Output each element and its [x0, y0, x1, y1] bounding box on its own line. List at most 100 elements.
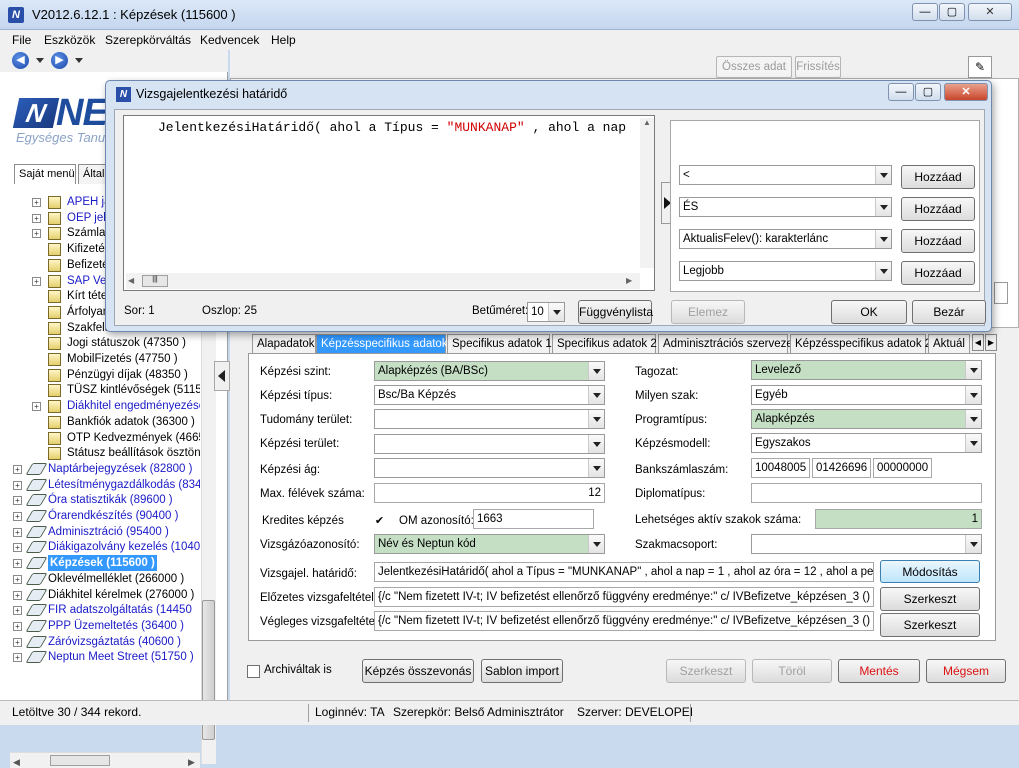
kepzesi-ag-select[interactable] — [374, 458, 605, 478]
menu-szerepkorvaltas[interactable]: Szerepkörváltás — [105, 33, 191, 47]
chevron-down-icon[interactable] — [965, 386, 981, 404]
kepzesi-szint-select[interactable]: Alapképzés (BA/BSc) — [374, 361, 605, 381]
chevron-down-icon[interactable] — [875, 230, 891, 248]
chevron-down-icon[interactable] — [588, 410, 604, 428]
aktiv-szakok-input[interactable]: 1 — [815, 509, 982, 529]
tree-item[interactable]: + Diákigazolvány kezelés (10400 — [10, 539, 200, 555]
scroll-left-icon[interactable]: ◀ — [13, 757, 20, 768]
font-size-select[interactable]: 10 — [527, 302, 565, 322]
dialog-maximize-button[interactable]: ▢ — [915, 83, 941, 101]
tree-item[interactable]: + Adminisztráció (95400 ) — [10, 524, 200, 540]
menu-eszkozok[interactable]: Eszközök — [44, 33, 95, 47]
dialog-close-button[interactable]: ✕ — [944, 83, 988, 101]
expand-icon[interactable]: + — [32, 198, 41, 207]
chevron-down-icon[interactable] — [965, 410, 981, 428]
kepzesi-tipus-select[interactable]: Bsc/Ba Képzés — [374, 385, 605, 405]
szerkeszt-button[interactable]: Szerkeszt — [666, 659, 746, 683]
tree-item[interactable]: + Képzések (115600 ) — [10, 555, 200, 572]
tree-item[interactable]: + Neptun Meet Street (51750 ) — [10, 649, 200, 665]
torol-button[interactable]: Töröl — [752, 659, 832, 683]
tab-aktualis[interactable]: Aktuál — [928, 334, 970, 353]
tab-alapadatok[interactable]: Alapadatok — [252, 334, 316, 353]
menu-file[interactable]: File — [12, 33, 31, 47]
fuggvenylista-button[interactable]: Függvénylista — [578, 300, 653, 324]
expand-icon[interactable]: + — [32, 213, 41, 223]
expand-icon[interactable]: + — [13, 464, 22, 474]
szakmacsoport-select[interactable] — [751, 534, 982, 554]
elemez-button[interactable]: Elemez — [671, 300, 745, 324]
archivaltak-checkbox[interactable] — [247, 665, 260, 678]
tree-item[interactable]: Pénzügyi díjak (48350 ) — [10, 367, 200, 383]
hozzaad-operator-button[interactable]: Hozzáad — [901, 165, 975, 189]
pin-icon[interactable]: ✎ — [968, 56, 992, 78]
vizsgajel-hatarido-input[interactable]: JelentkezésiHatáridő( ahol a Típus = "MU… — [374, 562, 874, 582]
expand-icon[interactable]: + — [32, 229, 41, 239]
kepzesi-terulet-select[interactable] — [374, 434, 605, 454]
expand-icon[interactable]: + — [13, 637, 22, 647]
bankszamla-part3-input[interactable]: 00000000 — [873, 458, 932, 478]
tudomany-terulet-select[interactable] — [374, 409, 605, 429]
tab-specifikus-adatok-2[interactable]: Specifikus adatok 2 — [552, 334, 657, 353]
chevron-down-icon[interactable] — [588, 362, 604, 380]
modositas-button[interactable]: Módosítás — [880, 560, 980, 583]
chevron-down-icon[interactable] — [75, 58, 83, 63]
vegleges-vizsgafeltetel-input[interactable]: {/c "Nem fizetett IV-t; IV befizetést el… — [374, 611, 874, 631]
dialog-minimize-button[interactable]: — — [888, 83, 914, 101]
chevron-down-icon[interactable] — [875, 262, 891, 280]
expand-icon[interactable]: + — [32, 402, 41, 412]
elozetes-szerkeszt-button[interactable]: Szerkeszt — [880, 587, 980, 611]
chevron-down-icon[interactable] — [965, 535, 981, 553]
max-felevek-input[interactable]: 12 — [374, 483, 605, 503]
editor-horizontal-scrollbar[interactable]: ◀ ||| ▶ — [126, 273, 640, 289]
tree-item[interactable]: + Oklevélmelléklet (266000 ) — [10, 571, 200, 587]
forward-icon[interactable]: ▶ — [51, 52, 68, 69]
tree-item[interactable]: + Diákhitel engedményezések — [10, 398, 200, 414]
vizsgazo-select[interactable]: Név és Neptun kód — [374, 534, 605, 554]
minimize-button[interactable]: — — [912, 3, 938, 21]
collapse-pane-button[interactable] — [214, 361, 230, 391]
tree-item[interactable]: + Óra statisztikák (89600 ) — [10, 492, 200, 508]
tree-item[interactable]: Státusz beállítások ösztönd — [10, 445, 200, 461]
expand-icon[interactable]: + — [13, 606, 22, 616]
tab-kepzesspecifikus-adatok-2[interactable]: Képzésspecifikus adatok 2 — [790, 334, 931, 353]
elozetes-vizsgafeltetel-input[interactable]: {/c "Nem fizetett IV-t; IV befizetést el… — [374, 587, 874, 607]
bezar-button[interactable]: Bezár — [912, 300, 986, 324]
tagozat-select[interactable]: Levelező — [751, 360, 982, 380]
operator-select[interactable]: < — [679, 165, 892, 185]
expand-icon[interactable]: + — [13, 512, 22, 521]
chevron-down-icon[interactable] — [875, 198, 891, 216]
close-button[interactable]: ✕ — [968, 3, 1012, 21]
tab-adminisztracios-szervezet[interactable]: Adminisztrációs szervezet — [658, 334, 796, 353]
expand-icon[interactable]: + — [13, 574, 22, 584]
hozzaad-aggregate-button[interactable]: Hozzáad — [901, 261, 975, 285]
vegleges-szerkeszt-button[interactable]: Szerkeszt — [880, 613, 980, 637]
chevron-down-icon[interactable] — [588, 535, 604, 553]
tree-item[interactable]: + FIR adatszolgáltatás (14450 — [10, 602, 200, 618]
tree-item[interactable]: Bankfiók adatok (36300 ) — [10, 414, 200, 430]
programtipus-select[interactable]: Alapképzés — [751, 409, 982, 429]
logic-select[interactable]: ÉS — [679, 197, 892, 217]
chevron-down-icon[interactable] — [875, 166, 891, 184]
tree-item[interactable]: + Létesítménygazdálkodás (83400 — [10, 477, 200, 493]
chevron-down-icon[interactable] — [588, 459, 604, 477]
ok-button[interactable]: OK — [831, 300, 907, 324]
chevron-down-icon[interactable] — [36, 58, 44, 63]
tree-item[interactable]: + PPP Üzemeltetés (36400 ) — [10, 618, 200, 634]
aggregate-select[interactable]: Legjobb — [679, 261, 892, 281]
hozzaad-logic-button[interactable]: Hozzáad — [901, 197, 975, 221]
expand-icon[interactable]: + — [13, 543, 22, 553]
tab-scroll-left-icon[interactable]: ◀ — [972, 334, 984, 351]
scroll-left-icon[interactable]: ◀ — [128, 276, 134, 285]
frissites-button[interactable]: Frissítés — [795, 56, 841, 78]
grid-scroll-box[interactable] — [994, 282, 1008, 304]
tree-item[interactable]: + Záróvizsgáztatás (40600 ) — [10, 634, 200, 650]
diplomatipus-input[interactable] — [751, 483, 982, 503]
chevron-down-icon[interactable] — [548, 303, 564, 321]
back-icon[interactable]: ◀ — [12, 52, 29, 69]
scrollbar-thumb[interactable] — [50, 755, 110, 766]
kepzes-osszevonas-button[interactable]: Képzés összevonás — [362, 659, 474, 683]
tab-scroll-right-icon[interactable]: ▶ — [985, 334, 997, 351]
tree-item[interactable]: + Diákhitel kérelmek (276000 ) — [10, 587, 200, 603]
tree-item[interactable]: + Naptárbejegyzések (82800 ) — [10, 461, 200, 477]
expand-icon[interactable]: + — [13, 496, 22, 506]
